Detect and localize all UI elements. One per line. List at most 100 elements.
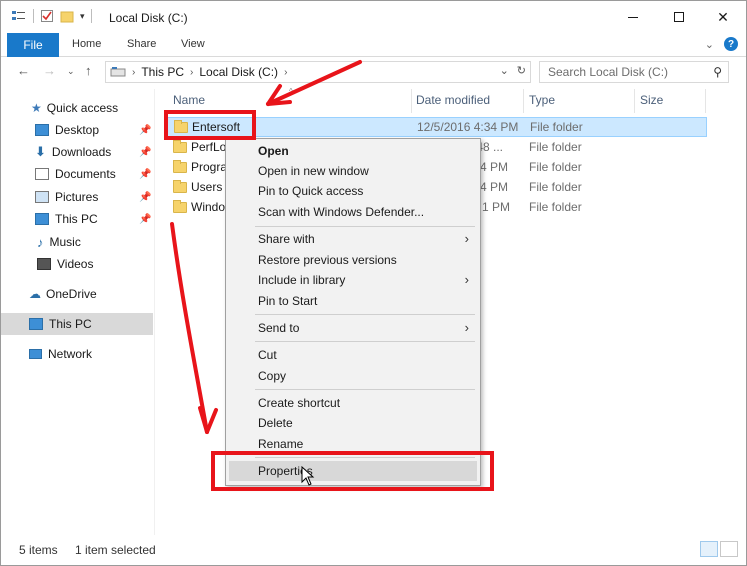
documents-icon — [35, 168, 49, 180]
menu-item-share-with[interactable]: Share with › — [229, 229, 477, 249]
recent-locations-icon[interactable]: ⌄ — [67, 66, 75, 77]
menu-item-send-to[interactable]: Send to › — [229, 318, 477, 338]
sidebar-item-onedrive[interactable]: ☁ OneDrive — [1, 283, 153, 305]
item-count: 5 items — [19, 543, 58, 557]
file-date: 4 PM — [480, 180, 509, 194]
properties-icon[interactable] — [11, 9, 27, 23]
column-divider[interactable] — [523, 89, 524, 113]
pin-icon[interactable]: 📌 — [139, 125, 151, 136]
sidebar-item-music[interactable]: ♪ Music — [1, 231, 153, 253]
star-icon: ★ — [31, 101, 42, 115]
breadcrumb-this-pc[interactable]: This PC — [141, 65, 184, 79]
search-icon[interactable]: ⚲ — [713, 65, 722, 79]
close-button[interactable]: ✕ — [700, 1, 746, 33]
column-date-modified[interactable]: Date modified — [416, 93, 490, 107]
menu-item-cut[interactable]: Cut — [229, 345, 477, 365]
column-divider[interactable] — [634, 89, 635, 113]
folder-icon — [173, 139, 187, 153]
minimize-icon — [628, 16, 638, 18]
tab-file[interactable]: File — [7, 33, 59, 57]
menu-item-include-library[interactable]: Include in library › — [229, 270, 477, 290]
menu-item-copy[interactable]: Copy — [229, 366, 477, 386]
folder-icon — [173, 199, 187, 213]
sidebar-item-label: OneDrive — [46, 287, 97, 301]
sidebar-item-pictures[interactable]: Pictures 📌 — [1, 186, 153, 208]
menu-item-pin-start[interactable]: Pin to Start — [229, 291, 477, 311]
maximize-icon — [674, 12, 684, 22]
menu-item-open-new-window[interactable]: Open in new window — [229, 161, 477, 181]
new-folder-icon[interactable] — [60, 9, 74, 23]
sidebar-item-this-pc[interactable]: This PC — [1, 313, 153, 335]
column-divider[interactable] — [411, 89, 412, 113]
forward-arrow-icon[interactable]: → — [43, 63, 56, 78]
menu-item-restore-versions[interactable]: Restore previous versions — [229, 250, 477, 270]
help-icon[interactable]: ? — [724, 37, 738, 51]
column-size[interactable]: Size — [640, 93, 663, 107]
submenu-arrow-icon: › — [464, 231, 469, 246]
quick-access-toolbar: ▾ — [11, 9, 92, 23]
folder-icon — [173, 179, 187, 193]
refresh-icon[interactable]: ↻ — [517, 64, 526, 77]
sidebar-item-label: Videos — [57, 257, 94, 271]
breadcrumb-local-disk[interactable]: Local Disk (C:) — [199, 65, 278, 79]
file-type: File folder — [529, 200, 582, 214]
sidebar-item-downloads[interactable]: ⬇ Downloads 📌 — [1, 141, 153, 163]
sidebar-item-label: Documents — [55, 167, 116, 181]
status-bar: 5 items 1 item selected — [1, 537, 746, 565]
tab-view[interactable]: View — [181, 38, 205, 50]
navigation-pane: ★ Quick access Desktop 📌 ⬇ Downloads 📌 D… — [1, 89, 155, 535]
sidebar-item-documents[interactable]: Documents 📌 — [1, 163, 153, 185]
address-history-icon[interactable]: ⌄ — [500, 64, 509, 77]
tab-home[interactable]: Home — [72, 38, 101, 50]
expand-ribbon-icon[interactable]: ⌄ — [705, 38, 714, 51]
folder-icon — [173, 159, 187, 173]
large-icons-view-icon[interactable] — [720, 541, 738, 557]
window-title: Local Disk (C:) — [109, 11, 188, 25]
cloud-icon: ☁ — [29, 287, 41, 301]
sidebar-item-label: Music — [49, 235, 81, 249]
address-bar[interactable]: › This PC › Local Disk (C:) › ⌄ ↻ — [105, 61, 531, 83]
menu-separator — [255, 314, 475, 315]
pin-icon[interactable]: 📌 — [139, 169, 151, 180]
close-icon: ✕ — [717, 8, 729, 25]
menu-item-label: Include in library — [258, 273, 346, 287]
up-arrow-icon[interactable]: ↑ — [85, 63, 92, 78]
tab-share[interactable]: Share — [127, 38, 156, 50]
file-type: File folder — [529, 180, 582, 194]
back-arrow-icon[interactable]: ← — [17, 63, 30, 78]
search-input[interactable]: Search Local Disk (C:) ⚲ — [539, 61, 729, 83]
column-name[interactable]: Name — [173, 93, 205, 107]
sidebar-item-network[interactable]: Network — [1, 343, 153, 365]
download-icon: ⬇ — [35, 144, 46, 159]
column-type[interactable]: Type — [529, 93, 555, 107]
videos-icon — [37, 258, 51, 270]
sidebar-item-desktop[interactable]: Desktop 📌 — [1, 119, 153, 141]
sidebar-item-quick-access[interactable]: ★ Quick access — [1, 97, 153, 119]
sidebar-item-videos[interactable]: Videos — [1, 253, 153, 275]
pin-icon[interactable]: 📌 — [139, 147, 151, 158]
details-view-icon[interactable] — [700, 541, 718, 557]
checkmark-doc-icon[interactable] — [40, 9, 54, 23]
column-divider[interactable] — [705, 89, 706, 113]
menu-item-create-shortcut[interactable]: Create shortcut — [229, 393, 477, 413]
pin-icon[interactable]: 📌 — [139, 192, 151, 203]
view-switcher — [700, 541, 738, 557]
pin-icon[interactable]: 📌 — [139, 214, 151, 225]
sidebar-item-this-pc-quick[interactable]: This PC 📌 — [1, 208, 153, 230]
menu-item-label: Share with — [258, 232, 315, 246]
file-date: 4 PM — [480, 160, 509, 174]
file-date: 1 PM — [482, 200, 511, 214]
maximize-button[interactable] — [656, 1, 702, 33]
submenu-arrow-icon: › — [464, 320, 469, 335]
menu-item-open[interactable]: Open — [229, 141, 477, 161]
music-icon: ♪ — [37, 234, 44, 250]
menu-item-delete[interactable]: Delete — [229, 413, 477, 433]
menu-item-pin-quick-access[interactable]: Pin to Quick access — [229, 181, 477, 201]
submenu-arrow-icon: › — [464, 272, 469, 287]
minimize-button[interactable] — [610, 1, 656, 33]
customize-toolbar-icon[interactable]: ▾ — [80, 11, 85, 22]
sidebar-item-label: Pictures — [55, 190, 99, 204]
menu-item-scan-defender[interactable]: Scan with Windows Defender... — [229, 202, 477, 222]
pictures-icon — [35, 191, 49, 203]
drive-icon — [110, 67, 126, 77]
